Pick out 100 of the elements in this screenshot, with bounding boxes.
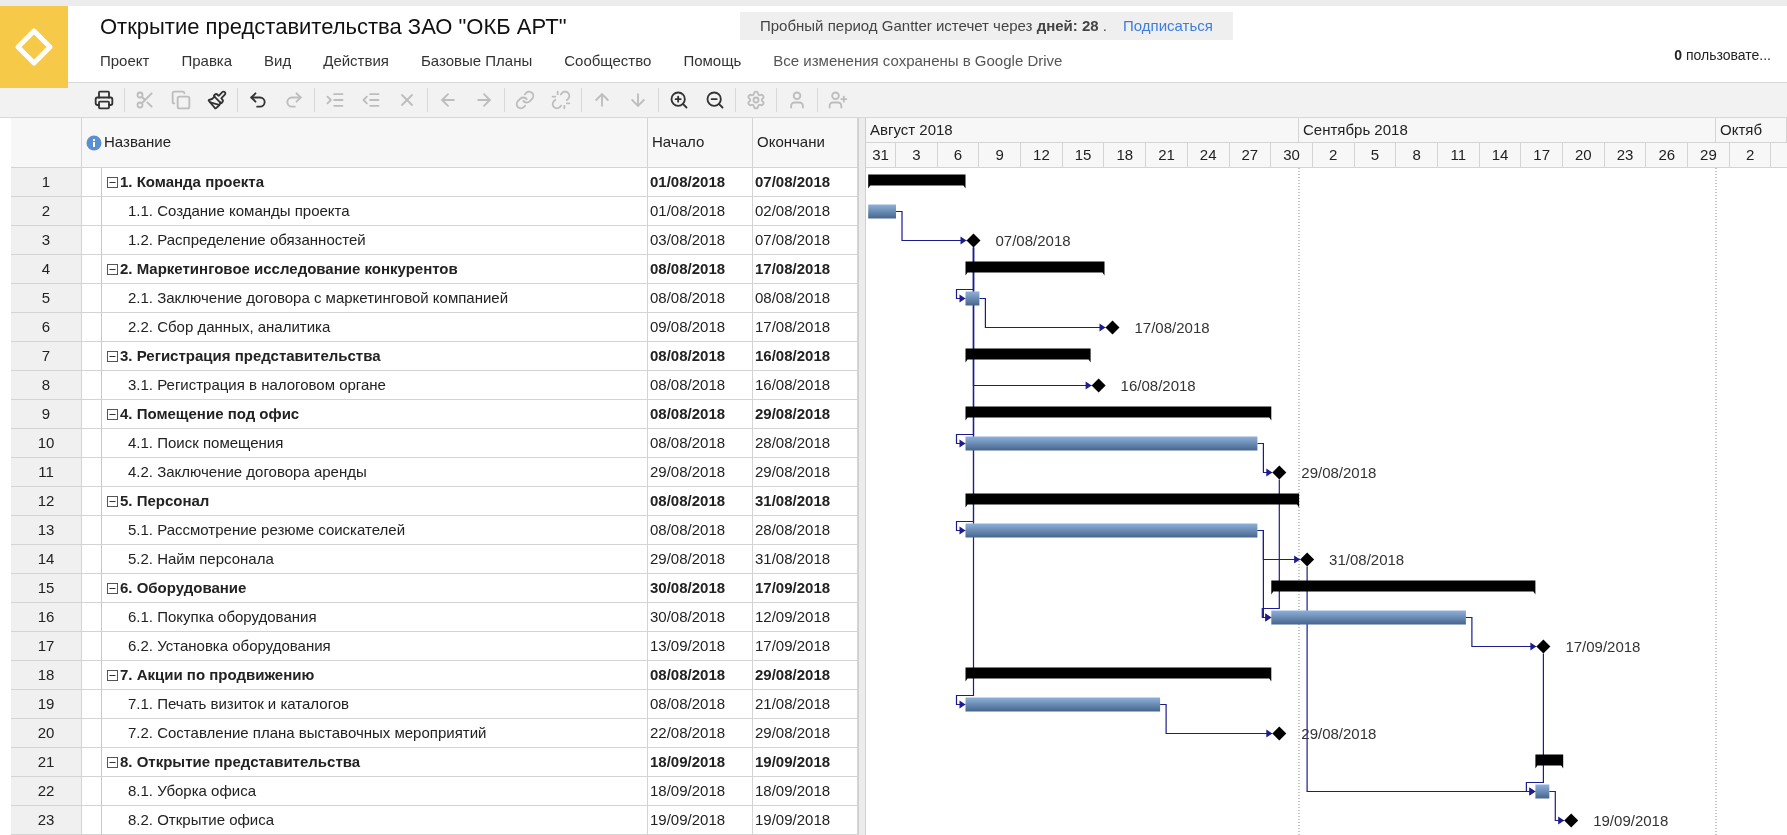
day-header: 2 xyxy=(1312,143,1355,167)
milestone-diamond xyxy=(1300,552,1315,567)
task-name: 6.1. Покупка оборудования xyxy=(128,606,317,627)
row-number: 14 xyxy=(11,545,82,574)
day-header: 5 xyxy=(1354,143,1397,167)
paintbrush-icon[interactable] xyxy=(205,88,229,112)
collapse-icon[interactable] xyxy=(107,263,118,275)
column-header[interactable]: Начало xyxy=(652,131,705,154)
menu-item[interactable]: Правка xyxy=(181,49,233,73)
task-name: 2. Маркетинговое исследование конкурентов xyxy=(120,258,458,279)
row-number: 21 xyxy=(11,748,82,777)
start-date: 03/08/2018 xyxy=(648,226,753,255)
row-number: 7 xyxy=(11,342,82,371)
row-number: 19 xyxy=(11,690,82,719)
task-name: 4.2. Заключение договора аренды xyxy=(128,461,367,482)
milestone-date: 29/08/2018 xyxy=(1301,463,1377,481)
start-date: 08/08/2018 xyxy=(648,516,753,545)
start-date: 08/08/2018 xyxy=(648,255,753,284)
task-name: 7.2. Составление плана выставочных мероприятий xyxy=(128,722,487,743)
start-date: 30/08/2018 xyxy=(648,603,753,632)
task-name: 1. Команда проекта xyxy=(120,171,265,192)
start-date: 29/08/2018 xyxy=(648,458,753,487)
start-date: 08/08/2018 xyxy=(648,661,753,690)
splitter[interactable] xyxy=(858,118,866,835)
start-date: 13/09/2018 xyxy=(648,632,753,661)
start-date: 08/08/2018 xyxy=(648,284,753,313)
subscribe-link[interactable]: Подписаться xyxy=(1123,14,1213,38)
menu-item[interactable]: Сообщество xyxy=(564,49,652,73)
day-header: 20 xyxy=(1563,143,1605,167)
collapse-icon[interactable] xyxy=(107,495,118,507)
row-number: 17 xyxy=(11,632,82,661)
collapse-icon[interactable] xyxy=(107,176,118,188)
task-name: 2.1. Заключение договора с маркетинговой компанией xyxy=(128,287,509,308)
day-header: 27 xyxy=(1229,143,1272,167)
task-name: 5. Персонал xyxy=(120,490,210,511)
task-name: 7.1. Печать визиток и каталогов xyxy=(128,693,350,714)
row-number: 3 xyxy=(11,226,82,255)
menu-item[interactable]: Помощь xyxy=(683,49,742,73)
milestone-date: 16/08/2018 xyxy=(1120,376,1196,394)
row-number: 5 xyxy=(11,284,82,313)
task-name: 6.2. Установка оборудования xyxy=(128,635,331,656)
printer-icon[interactable] xyxy=(92,88,116,112)
start-date: 09/08/2018 xyxy=(648,313,753,342)
task-name: 1.2. Распределение обязанностей xyxy=(128,229,366,250)
milestone-diamond xyxy=(1272,465,1287,480)
start-date: 01/08/2018 xyxy=(648,168,753,197)
start-date: 08/08/2018 xyxy=(648,371,753,400)
row-number: 8 xyxy=(11,371,82,400)
task-name: 5.1. Рассмотрение резюме соискателей xyxy=(128,519,406,540)
task-name: 8. Открытие представительства xyxy=(120,751,361,772)
task-bar xyxy=(965,291,980,306)
day-header: 2 xyxy=(1729,143,1772,167)
row-number: 10 xyxy=(11,429,82,458)
menu-item[interactable]: Проект xyxy=(100,49,150,73)
task-name: 4. Помещение под офис xyxy=(120,403,300,424)
day-header: 11 xyxy=(1437,143,1480,167)
start-date: 08/08/2018 xyxy=(648,342,753,371)
task-name: 1.1. Создание команды проекта xyxy=(128,200,350,221)
task-bar xyxy=(1535,784,1550,799)
start-date: 08/08/2018 xyxy=(648,487,753,516)
row-number: 4 xyxy=(11,255,82,284)
day-header: 9 xyxy=(979,143,1022,167)
column-header[interactable]: Окончани xyxy=(757,131,825,154)
task-bar xyxy=(868,204,896,219)
milestone-diamond xyxy=(1091,378,1106,393)
user-count: 0 пользовате... xyxy=(1674,45,1771,65)
menu-item[interactable]: Вид xyxy=(264,49,292,73)
task-name: 3.1. Регистрация в налоговом органе xyxy=(128,374,386,395)
day-header: 23 xyxy=(1604,143,1647,167)
start-date: 29/08/2018 xyxy=(648,545,753,574)
row-number: 22 xyxy=(11,777,82,806)
day-header: 17 xyxy=(1521,143,1563,167)
month-header: Октяб xyxy=(1716,118,1787,142)
task-name: 4.1. Поиск помещения xyxy=(128,432,284,453)
collapse-icon[interactable] xyxy=(107,408,118,420)
menu-item[interactable]: Базовые Планы xyxy=(420,49,533,73)
collapse-icon[interactable] xyxy=(107,350,118,362)
day-header: 15 xyxy=(1062,143,1105,167)
dependency-arrow xyxy=(1548,790,1565,825)
task-name: 2.2. Сбор данных, аналитика xyxy=(128,316,331,337)
milestone-date: 19/09/2018 xyxy=(1593,811,1669,829)
start-date: 19/09/2018 xyxy=(648,806,753,835)
task-name: 5.2. Найм персонала xyxy=(128,548,274,569)
summary-bar xyxy=(1535,754,1564,769)
info-icon[interactable] xyxy=(86,134,102,151)
collapse-icon[interactable] xyxy=(107,756,118,768)
start-date: 01/08/2018 xyxy=(648,197,753,226)
column-header[interactable]: Название xyxy=(104,131,172,154)
task-name: 7. Акции по продвижению xyxy=(120,664,315,685)
collapse-icon[interactable] xyxy=(107,669,118,681)
day-header: 14 xyxy=(1479,143,1522,167)
collapse-icon[interactable] xyxy=(107,582,118,594)
menu-item[interactable]: Действия xyxy=(323,49,389,73)
milestone-diamond xyxy=(1564,813,1579,828)
row-number: 1 xyxy=(11,168,82,197)
task-name: 3. Регистрация представительства xyxy=(120,345,381,366)
day-header: 12 xyxy=(1021,143,1063,167)
row-number: 18 xyxy=(11,661,82,690)
start-date: 08/08/2018 xyxy=(648,690,753,719)
day-header: 26 xyxy=(1646,143,1689,167)
